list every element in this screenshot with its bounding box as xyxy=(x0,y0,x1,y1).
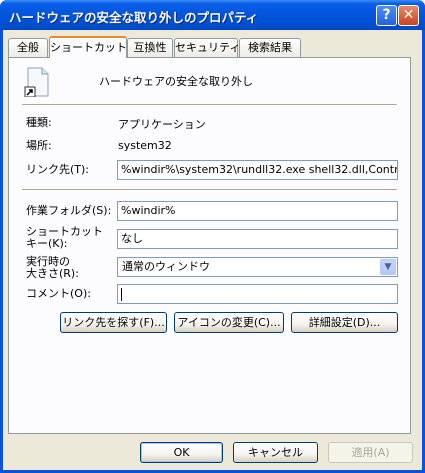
comment-label: コメント(O): xyxy=(26,287,91,300)
tab-shortcut[interactable]: ショートカット xyxy=(49,36,127,58)
run-size-value: 通常のウィンドウ xyxy=(122,260,210,273)
workdir-field[interactable]: %windir% xyxy=(117,201,398,221)
cancel-button[interactable]: キャンセル xyxy=(233,442,318,463)
run-size-select[interactable]: 通常のウィンドウ ▼ xyxy=(117,257,398,277)
help-button[interactable]: ? xyxy=(376,5,397,26)
ok-button[interactable]: OK xyxy=(140,442,223,463)
tab-general[interactable]: 全般 xyxy=(8,38,48,57)
hotkey-field[interactable]: なし xyxy=(117,229,398,249)
shortcut-name: ハードウェアの安全な取り外し xyxy=(99,75,253,88)
chevron-down-icon[interactable]: ▼ xyxy=(380,259,396,275)
tab-strip: 全般 ショートカット 互換性 セキュリティ 検索結果 xyxy=(8,36,408,58)
apply-button[interactable]: 適用(A) xyxy=(328,442,413,463)
tab-compatibility[interactable]: 互換性 xyxy=(127,38,173,57)
find-target-button[interactable]: リンク先を探す(F)... xyxy=(60,312,167,333)
title-bar[interactable]: ハードウェアの安全な取り外しのプロパティ ? ✕ xyxy=(0,0,425,30)
shortcut-file-icon xyxy=(24,67,49,97)
close-button[interactable]: ✕ xyxy=(398,5,419,26)
location-value: system32 xyxy=(118,139,172,152)
tab-security[interactable]: セキュリティ xyxy=(174,38,240,57)
change-icon-button[interactable]: アイコンの変更(C)... xyxy=(174,312,284,333)
type-label: 種類: xyxy=(26,116,52,129)
text-caret xyxy=(121,287,122,301)
run-label-line2: 大きさ(R): xyxy=(26,267,79,280)
window-title: ハードウェアの安全な取り外しのプロパティ xyxy=(9,10,259,25)
type-value: アプリケーション xyxy=(118,118,206,131)
tab-search-results[interactable]: 検索結果 xyxy=(239,38,301,57)
target-label: リンク先(T): xyxy=(26,163,90,176)
hotkey-label-line2: キー(K): xyxy=(26,237,68,250)
comment-field[interactable] xyxy=(117,284,398,304)
separator xyxy=(22,104,397,106)
separator xyxy=(22,189,397,191)
advanced-button[interactable]: 詳細設定(D)... xyxy=(291,312,398,333)
target-field[interactable]: %windir%\system32\rundll32.exe shell32.d… xyxy=(117,160,398,180)
location-label: 場所: xyxy=(26,139,52,152)
workdir-label: 作業フォルダ(S): xyxy=(26,204,112,217)
